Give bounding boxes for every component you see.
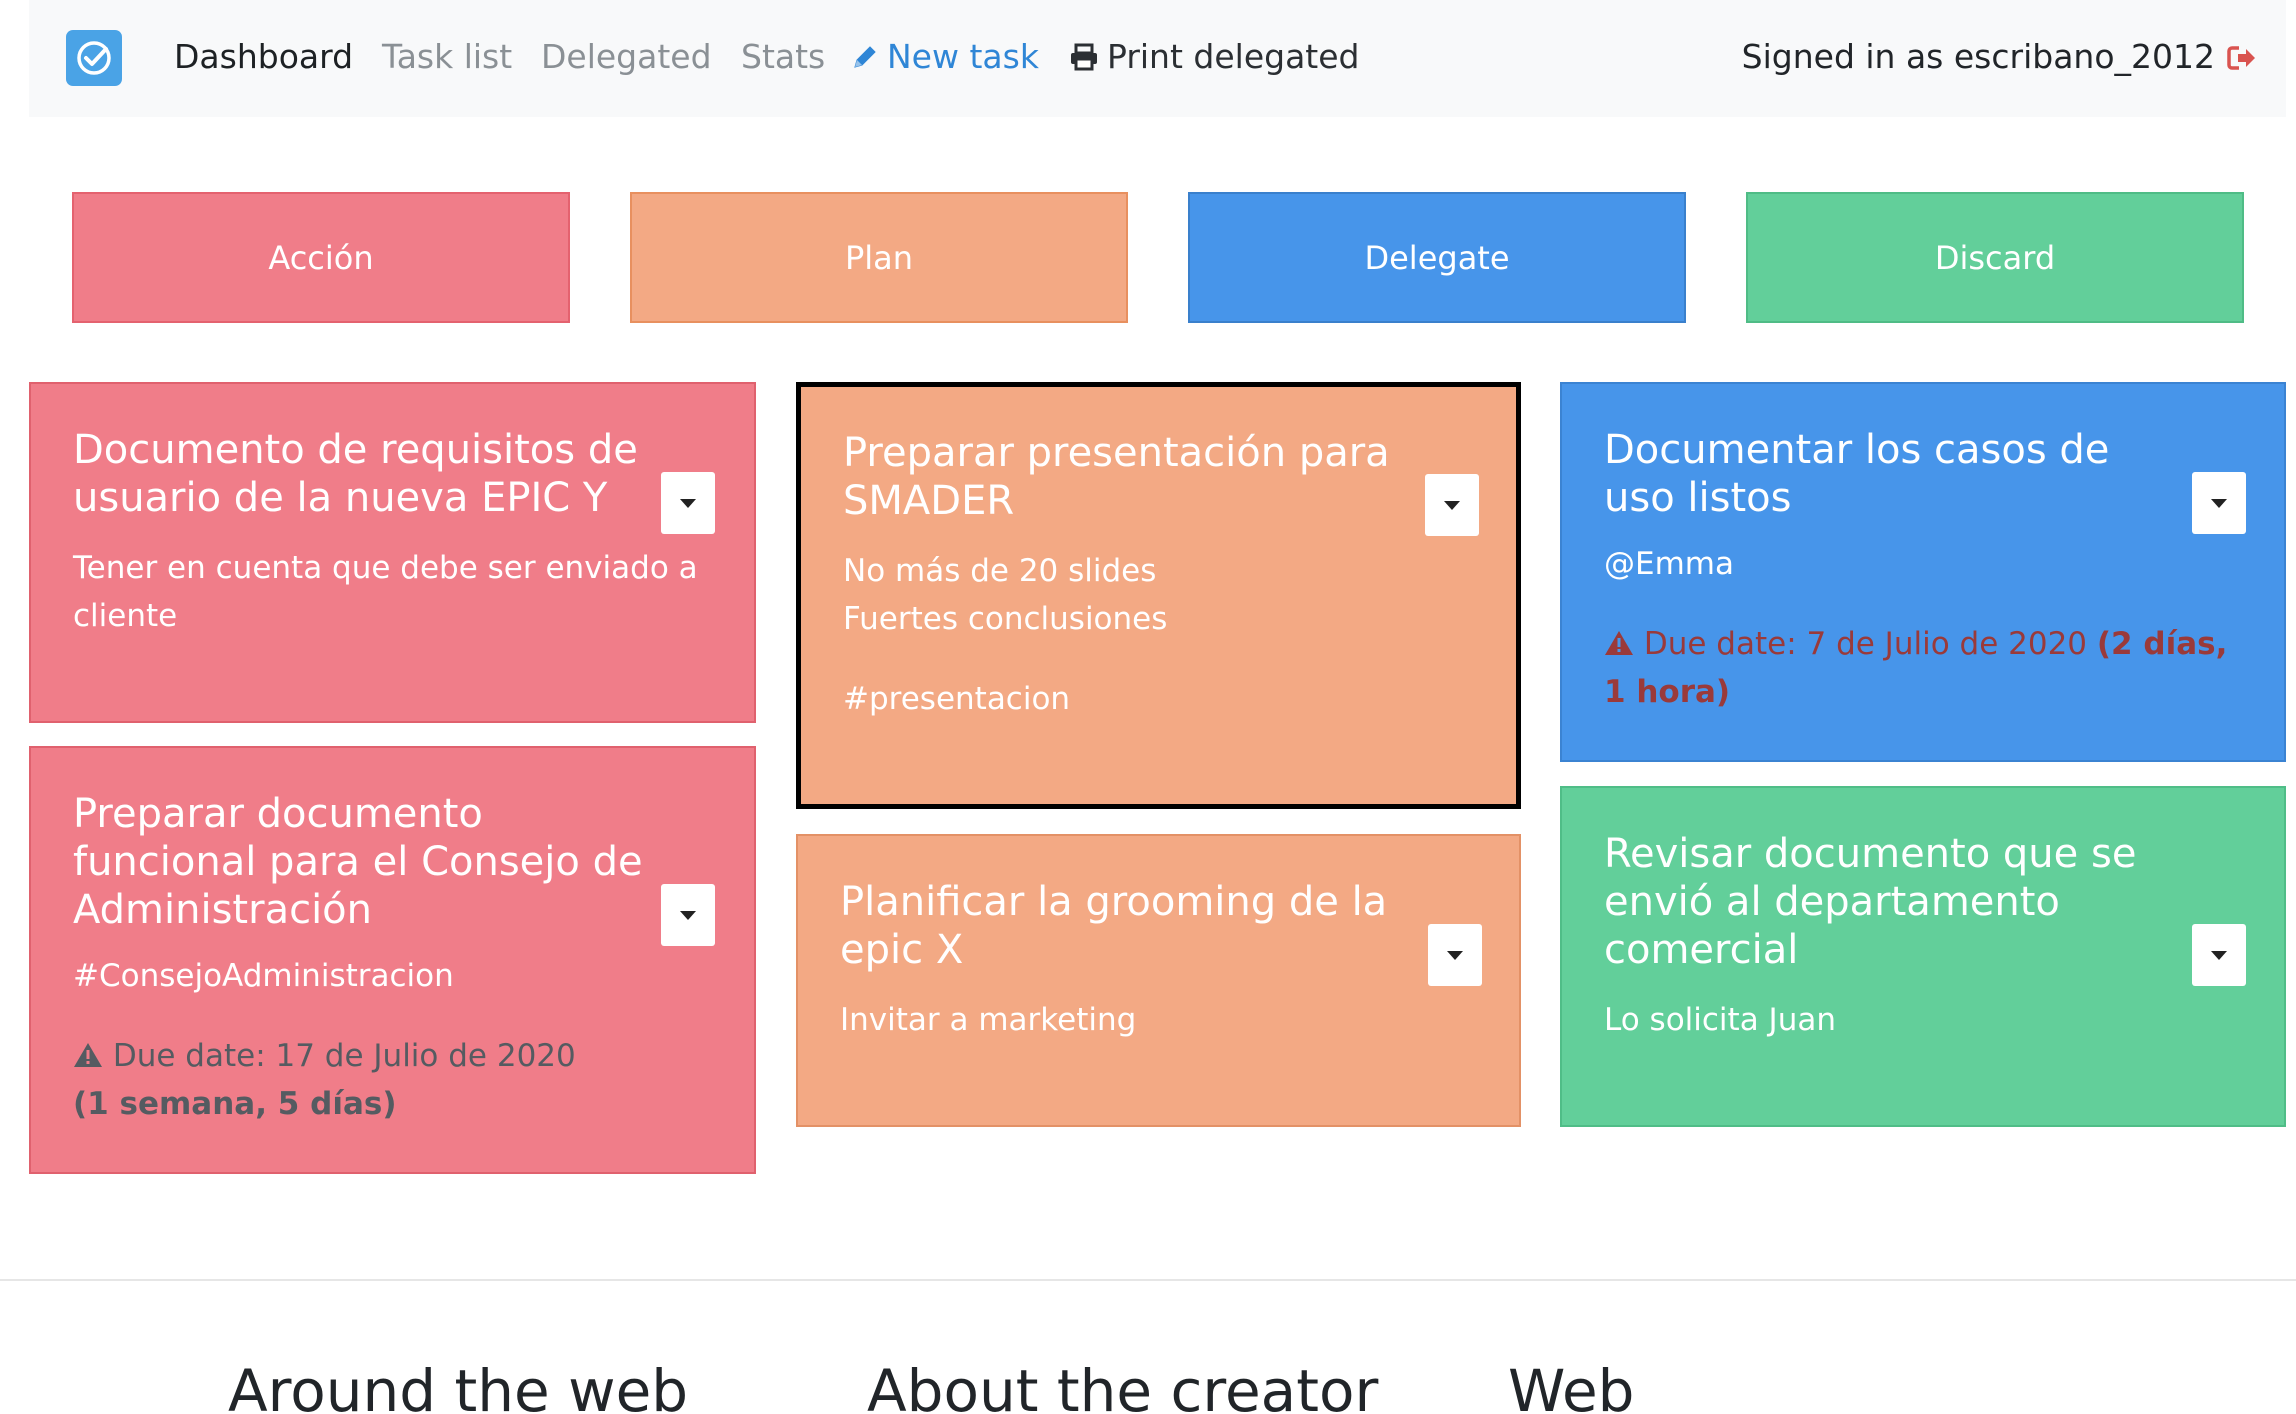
signed-in-label: Signed in as escribano_2012 <box>1741 37 2215 76</box>
task-menu-toggle[interactable] <box>2192 924 2246 986</box>
nav-stats[interactable]: Stats <box>741 33 825 81</box>
footer-heading-web: Web <box>1508 1357 1635 1414</box>
due-date-text: Due date: 7 de Julio de 2020 <box>1643 626 2088 662</box>
caret-down-icon <box>2211 498 2227 508</box>
nav-dashboard[interactable]: Dashboard <box>174 33 353 81</box>
nav-new-task-label: New task <box>887 37 1039 76</box>
footer-divider <box>0 1279 2296 1281</box>
task-card[interactable]: Preparar documento funcional para el Con… <box>29 746 756 1174</box>
caret-down-icon <box>2211 950 2227 960</box>
task-tag: #ConsejoAdministracion <box>73 958 454 994</box>
nav-task-list[interactable]: Task list <box>382 33 512 81</box>
task-card[interactable]: Revisar documento que se envió al depart… <box>1560 786 2286 1127</box>
warning-icon <box>74 1043 102 1067</box>
task-tag: #presentacion <box>843 681 1071 717</box>
task-due-date: Due date: 17 de Julio de 2020 (1 semana,… <box>73 1032 714 1128</box>
footer-heading-about-the-creator: About the creator <box>867 1357 1379 1414</box>
print-icon <box>1071 43 1097 71</box>
task-card[interactable]: Planificar la grooming de la epic X Invi… <box>796 834 1521 1127</box>
navbar: Dashboard Task list Delegated Stats New … <box>29 0 2286 117</box>
task-title: Documentar los casos de uso listos <box>1604 427 2110 521</box>
footer-heading-around-the-web: Around the web <box>228 1357 689 1414</box>
task-menu-toggle[interactable] <box>2192 472 2246 534</box>
task-title: Revisar documento que se envió al depart… <box>1604 831 2137 973</box>
sign-out-icon[interactable] <box>2227 45 2257 71</box>
caret-down-icon <box>1447 950 1463 960</box>
task-description: @Emma <box>1604 546 1734 582</box>
quadrant-plan-button[interactable]: Plan <box>630 192 1128 323</box>
quadrant-accion-button[interactable]: Acción <box>72 192 570 323</box>
task-menu-toggle[interactable] <box>661 884 715 946</box>
nav-delegated[interactable]: Delegated <box>541 33 712 81</box>
nav-print-label: Print delegated <box>1107 37 1360 76</box>
task-title: Preparar presentación para SMADER <box>843 430 1390 524</box>
task-description: Invitar a marketing <box>840 1002 1137 1038</box>
quadrant-discard-button[interactable]: Discard <box>1746 192 2244 323</box>
task-menu-toggle[interactable] <box>1425 474 1479 536</box>
due-date-relative: (1 semana, 5 días) <box>73 1086 397 1122</box>
task-description: Tener en cuenta que debe ser enviado a c… <box>73 550 698 634</box>
due-date-text: Due date: 17 de Julio de 2020 <box>112 1038 576 1074</box>
pencil-icon <box>854 46 876 68</box>
nav-print-delegated[interactable]: Print delegated <box>1069 33 1359 81</box>
task-menu-toggle[interactable] <box>1428 924 1482 986</box>
task-description: No más de 20 slides Fuertes conclusiones <box>843 553 1168 637</box>
task-menu-toggle[interactable] <box>661 472 715 534</box>
quadrant-delegate-button[interactable]: Delegate <box>1188 192 1686 323</box>
task-title: Planificar la grooming de la epic X <box>840 879 1388 973</box>
task-description: Lo solicita Juan <box>1604 1002 1836 1038</box>
nav-new-task[interactable]: New task <box>851 33 1039 81</box>
brand-logo-icon[interactable] <box>66 30 122 86</box>
signed-in-user: Signed in as escribano_2012 <box>1742 33 2257 81</box>
task-title: Preparar documento funcional para el Con… <box>73 791 643 933</box>
task-card-selected[interactable]: Preparar presentación para SMADER No más… <box>796 382 1521 809</box>
task-card[interactable]: Documento de requisitos de usuario de la… <box>29 382 756 723</box>
task-title: Documento de requisitos de usuario de la… <box>73 427 638 521</box>
caret-down-icon <box>1444 500 1460 510</box>
caret-down-icon <box>680 498 696 508</box>
task-card[interactable]: Documentar los casos de uso listos @Emma… <box>1560 382 2286 762</box>
caret-down-icon <box>680 910 696 920</box>
task-due-date: Due date: 7 de Julio de 2020 (2 días, 1 … <box>1604 620 2244 716</box>
warning-icon <box>1605 631 1633 655</box>
